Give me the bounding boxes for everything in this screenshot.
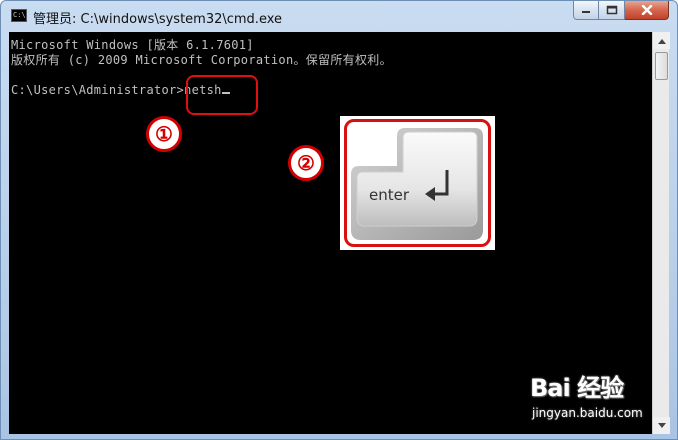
cmd-app-icon[interactable]: C:\ xyxy=(11,9,27,22)
enter-key-image: enter xyxy=(340,116,495,250)
scroll-thumb[interactable] xyxy=(655,52,668,80)
close-icon xyxy=(641,5,652,15)
maximize-button[interactable] xyxy=(599,1,625,20)
window-title: 管理员: C:\windows\system32\cmd.exe xyxy=(33,12,282,27)
minimize-button[interactable] xyxy=(573,1,599,20)
step-one-marker: ① xyxy=(146,116,182,152)
baidu-jingyan-watermark: Bai 经验 jingyan.baidu.com xyxy=(530,368,660,430)
minimize-icon xyxy=(582,11,590,13)
console-line-copyright: 版权所有 (c) 2009 Microsoft Corporation。保留所有… xyxy=(11,53,392,67)
close-button[interactable] xyxy=(625,1,669,20)
enter-key-icon: enter xyxy=(351,128,483,240)
enter-key-label: enter xyxy=(369,186,410,204)
title-bar[interactable]: C:\ 管理员: C:\windows\system32\cmd.exe xyxy=(1,1,677,31)
watermark-url: jingyan.baidu.com xyxy=(532,406,643,420)
enter-key-frame: enter xyxy=(344,119,491,247)
baidu-logo: Bai 经验 xyxy=(530,374,624,402)
caption-buttons xyxy=(573,1,669,21)
scroll-up-arrow-icon xyxy=(657,38,666,44)
netsh-highlight-box xyxy=(186,75,258,115)
maximize-icon xyxy=(606,5,617,15)
step-two-marker: ② xyxy=(288,145,324,181)
scroll-up-button[interactable] xyxy=(653,32,670,49)
